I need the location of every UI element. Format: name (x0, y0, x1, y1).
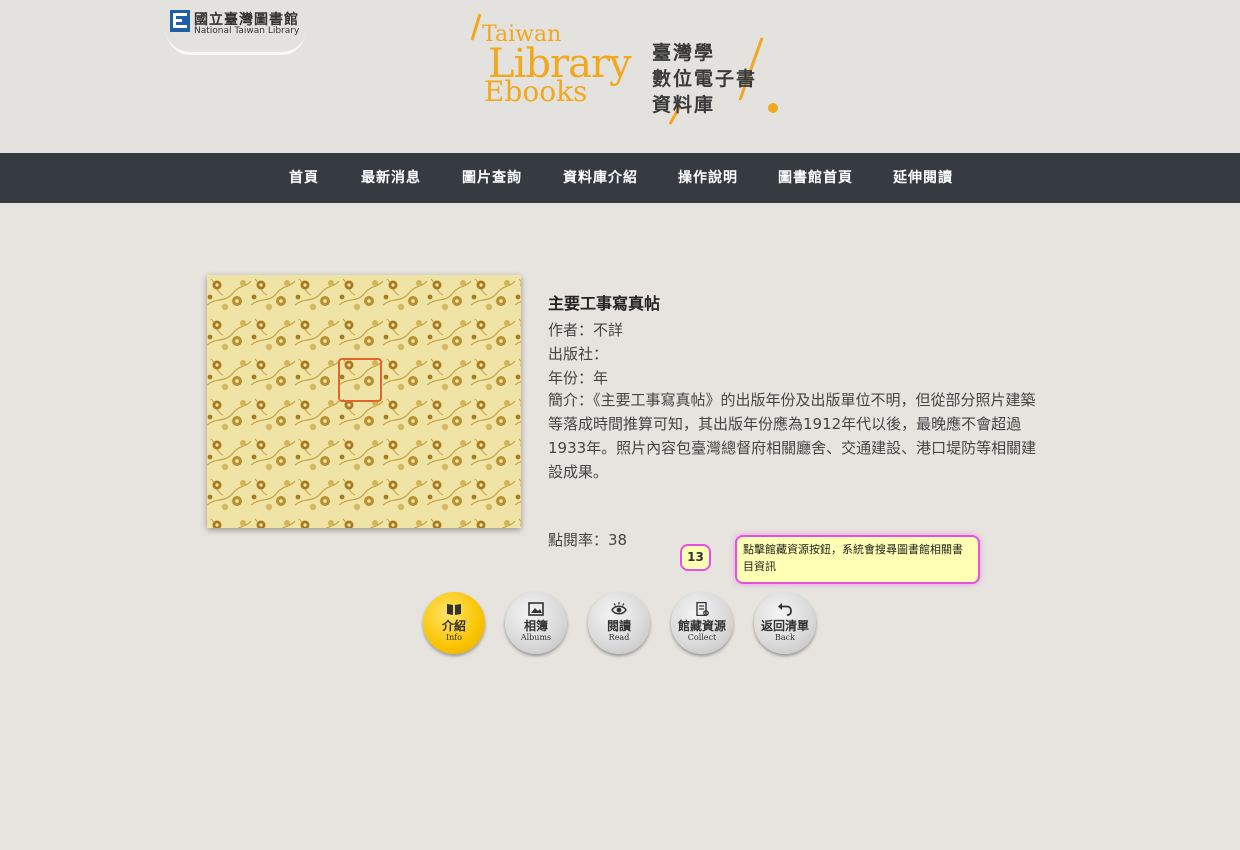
nav-item-news[interactable]: 最新消息 (361, 153, 421, 203)
document-icon (696, 602, 709, 616)
nav-item-instructions[interactable]: 操作說明 (678, 153, 738, 203)
logo-word-ebooks: Ebooks (484, 75, 588, 108)
book-publisher: 出版社： (548, 345, 609, 363)
nav-item-image-search[interactable]: 圖片查詢 (462, 153, 522, 203)
collect-button[interactable]: 館藏資源 Collect (671, 592, 733, 654)
info-button[interactable]: 介紹 Info (423, 592, 485, 654)
logo-dot (768, 103, 778, 113)
logo-zh-line-3: 資料庫 (652, 94, 716, 116)
read-button-sublabel: Read (608, 633, 630, 642)
collect-button-sublabel: Collect (687, 633, 717, 642)
book-description: 簡介：《主要工事寫真帖》的出版年份及出版單位不明，但從部分照片建築等落成時間推算… (548, 391, 1037, 481)
back-button-sublabel: Back (775, 633, 795, 642)
read-button-label: 閱讀 (606, 619, 631, 633)
eye-icon (611, 602, 627, 615)
book-icon (447, 604, 461, 615)
book-title: 主要工事寫真帖 (548, 294, 661, 313)
logo-zh-line-2: 數位電子書 (652, 68, 758, 90)
main-nav: 首頁 最新消息 圖片查詢 資料庫介紹 操作說明 圖書館首頁 延伸閱讀 (0, 153, 1240, 203)
nav-item-library-home[interactable]: 圖書館首頁 (778, 153, 853, 203)
national-taiwan-library-logo[interactable]: 國立臺灣圖書館 National Taiwan Library (166, 6, 306, 55)
annotation-tooltip: 點擊館藏資源按鈕，系統會搜尋圖書館相關書目資訊 (735, 535, 980, 584)
book-year: 年份：年 (548, 369, 609, 387)
collect-button-label: 館藏資源 (677, 619, 726, 633)
info-button-sublabel: Info (445, 633, 463, 642)
step-badge: 13 (680, 544, 711, 571)
nav-item-database-intro[interactable]: 資料庫介紹 (563, 153, 638, 203)
info-button-label: 介紹 (441, 619, 466, 633)
logo-zh-line-1: 臺灣學 (652, 42, 716, 64)
nav-item-further-reading[interactable]: 延伸閱讀 (893, 153, 953, 203)
logo-swoosh (166, 30, 306, 55)
book-cover-image (207, 275, 521, 528)
nav-item-home[interactable]: 首頁 (289, 153, 319, 203)
floral-pattern (207, 275, 521, 528)
read-button[interactable]: 閱讀 Read (588, 592, 650, 654)
book-view-count: 點閱率：38 (548, 531, 628, 549)
book-author: 作者：不詳 (548, 321, 624, 339)
header: 國立臺灣圖書館 National Taiwan Library Taiwan L… (0, 0, 1240, 153)
back-button-label: 返回清單 (760, 619, 809, 633)
image-icon (528, 602, 544, 616)
albums-button-label: 相簿 (523, 619, 548, 633)
albums-button[interactable]: 相簿 Albums (505, 592, 567, 654)
taiwan-library-ebooks-logo[interactable]: Taiwan Library Ebooks 臺灣學 數位電子書 資料庫 (460, 10, 790, 130)
albums-button-sublabel: Albums (520, 633, 552, 642)
library-emblem-icon (170, 10, 190, 32)
back-arrow-icon (778, 603, 792, 616)
back-to-list-button[interactable]: 返回清單 Back (754, 592, 816, 654)
